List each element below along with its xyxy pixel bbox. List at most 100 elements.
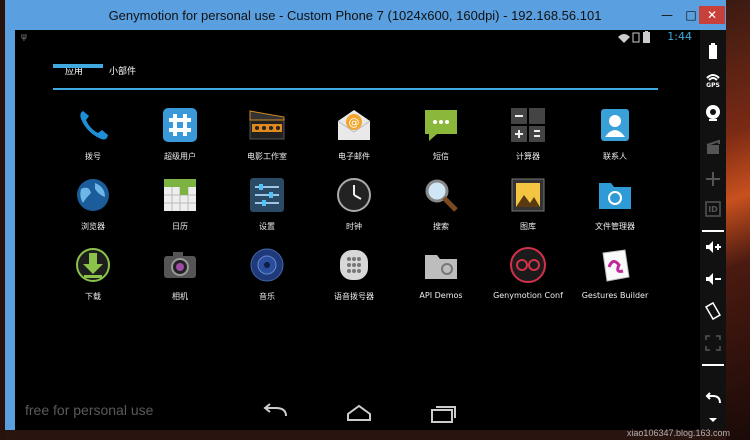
api-demos-folder-icon bbox=[425, 255, 457, 279]
app-calculator[interactable]: 计算器 bbox=[488, 107, 568, 169]
app-label: 文件管理器 bbox=[595, 222, 635, 231]
sidebar-separator bbox=[702, 230, 724, 232]
close-button[interactable]: ✕ bbox=[699, 6, 725, 24]
settings-icon bbox=[250, 178, 284, 212]
wifi-icon bbox=[618, 34, 630, 43]
app-voice-dialer[interactable]: 语音拨号器 bbox=[314, 247, 394, 309]
maximize-button[interactable]: □ bbox=[681, 8, 701, 22]
desktop-wallpaper bbox=[726, 0, 750, 440]
volume-up-icon[interactable] bbox=[704, 238, 722, 256]
app-dialer[interactable]: 拨号 bbox=[53, 107, 133, 169]
device-id-label: ID bbox=[708, 205, 718, 214]
camera-icon bbox=[164, 252, 196, 278]
app-label: 时钟 bbox=[346, 222, 362, 231]
webcam-icon[interactable] bbox=[704, 104, 722, 122]
browser-globe-icon bbox=[77, 179, 109, 211]
clock-icon bbox=[337, 178, 371, 212]
volume-down-icon[interactable] bbox=[704, 270, 722, 288]
sidebar-separator bbox=[702, 364, 724, 366]
app-label: 相机 bbox=[172, 292, 188, 301]
usb-debug-icon: ψ bbox=[21, 32, 27, 42]
app-movie-studio[interactable]: 电影工作室 bbox=[227, 107, 307, 169]
app-label: 语音拨号器 bbox=[334, 292, 374, 301]
app-drawer-tabs: 应用 小部件 bbox=[53, 58, 658, 90]
app-label: 计算器 bbox=[516, 152, 540, 161]
android-screen[interactable]: ψ 1:44 应用 小部件 拨号 超级用户 电影工作室 @ 电子邮件 短信 计算… bbox=[15, 30, 700, 430]
app-label: 超级用户 bbox=[164, 152, 196, 161]
app-search[interactable]: 搜索 bbox=[401, 177, 481, 239]
fullscreen-icon[interactable] bbox=[704, 334, 722, 352]
personal-use-watermark: free for personal use bbox=[25, 402, 154, 418]
tab-widgets[interactable]: 小部件 bbox=[105, 64, 140, 77]
status-bar: ψ 1:44 bbox=[15, 30, 700, 44]
status-icons bbox=[618, 31, 650, 43]
calculator-icon bbox=[511, 108, 545, 142]
rotate-icon[interactable] bbox=[704, 302, 722, 320]
app-settings[interactable]: 设置 bbox=[227, 177, 307, 239]
app-superuser[interactable]: 超级用户 bbox=[140, 107, 220, 169]
app-messaging[interactable]: 短信 bbox=[401, 107, 481, 169]
title-bar[interactable]: Genymotion for personal use - Custom Pho… bbox=[5, 0, 726, 30]
app-label: 下载 bbox=[85, 292, 101, 301]
genymotion-sidebar: GPS ID bbox=[700, 30, 726, 430]
app-label: 浏览器 bbox=[81, 222, 105, 231]
gestures-builder-icon bbox=[602, 249, 630, 282]
app-gestures-builder[interactable]: Gestures Builder bbox=[575, 247, 655, 309]
app-label: 音乐 bbox=[259, 292, 275, 301]
gps-label: GPS bbox=[706, 82, 720, 89]
app-camera[interactable]: 相机 bbox=[140, 247, 220, 309]
status-time: 1:44 bbox=[667, 30, 692, 43]
app-music[interactable]: 音乐 bbox=[227, 247, 307, 309]
minimize-button[interactable]: — bbox=[657, 8, 677, 22]
clapper-icon[interactable] bbox=[704, 138, 722, 156]
app-label: API Demos bbox=[419, 291, 463, 300]
download-icon bbox=[76, 248, 110, 282]
app-label: Gestures Builder bbox=[581, 291, 649, 300]
genymotion-config-icon bbox=[510, 247, 546, 283]
search-magnifier-icon bbox=[425, 179, 458, 212]
svg-text:@: @ bbox=[349, 116, 360, 129]
app-label: Genymotion Conf bbox=[493, 291, 563, 300]
email-icon: @ bbox=[337, 110, 371, 140]
app-clock[interactable]: 时钟 bbox=[314, 177, 394, 239]
app-label: 短信 bbox=[433, 152, 449, 161]
window-title: Genymotion for personal use - Custom Pho… bbox=[108, 8, 602, 23]
app-label: 电影工作室 bbox=[247, 152, 287, 161]
genymotion-window: Genymotion for personal use - Custom Pho… bbox=[5, 0, 726, 430]
app-file-manager[interactable]: 文件管理器 bbox=[575, 177, 655, 239]
file-manager-icon bbox=[599, 183, 631, 209]
app-genymotion-config[interactable]: Genymotion Conf bbox=[488, 247, 568, 309]
voice-dialer-icon bbox=[340, 250, 368, 280]
recent-apps-nav-button[interactable] bbox=[428, 402, 458, 424]
active-tab-indicator bbox=[53, 64, 103, 68]
music-speaker-icon bbox=[250, 248, 284, 282]
home-nav-button[interactable] bbox=[344, 402, 374, 424]
app-contacts[interactable]: 联系人 bbox=[575, 107, 655, 169]
superuser-icon bbox=[163, 108, 197, 142]
battery-icon bbox=[643, 31, 650, 43]
app-label: 拨号 bbox=[85, 152, 101, 161]
back-nav-button[interactable] bbox=[260, 402, 290, 424]
blog-credit: xiao106347.blog.163.com bbox=[626, 428, 730, 438]
app-label: 电子邮件 bbox=[338, 152, 370, 161]
sim-icon bbox=[632, 32, 640, 43]
app-email[interactable]: @ 电子邮件 bbox=[314, 107, 394, 169]
app-calendar[interactable]: 日历 bbox=[140, 177, 220, 239]
app-browser[interactable]: 浏览器 bbox=[53, 177, 133, 239]
app-downloads[interactable]: 下载 bbox=[53, 247, 133, 309]
gallery-icon bbox=[511, 178, 545, 212]
app-label: 日历 bbox=[172, 222, 188, 231]
calendar-icon bbox=[164, 179, 196, 211]
back-sidebar-icon[interactable] bbox=[704, 390, 722, 408]
battery-widget-icon[interactable] bbox=[704, 42, 722, 60]
movie-studio-icon bbox=[249, 110, 285, 140]
app-label: 搜索 bbox=[433, 222, 449, 231]
app-label: 联系人 bbox=[603, 152, 627, 161]
dpad-icon[interactable] bbox=[704, 170, 722, 188]
messaging-icon bbox=[425, 110, 457, 141]
app-gallery[interactable]: 图库 bbox=[488, 177, 568, 239]
app-api-demos[interactable]: API Demos bbox=[401, 247, 481, 309]
app-label: 设置 bbox=[259, 222, 275, 231]
contacts-icon bbox=[601, 109, 629, 141]
phone-icon bbox=[80, 111, 108, 140]
